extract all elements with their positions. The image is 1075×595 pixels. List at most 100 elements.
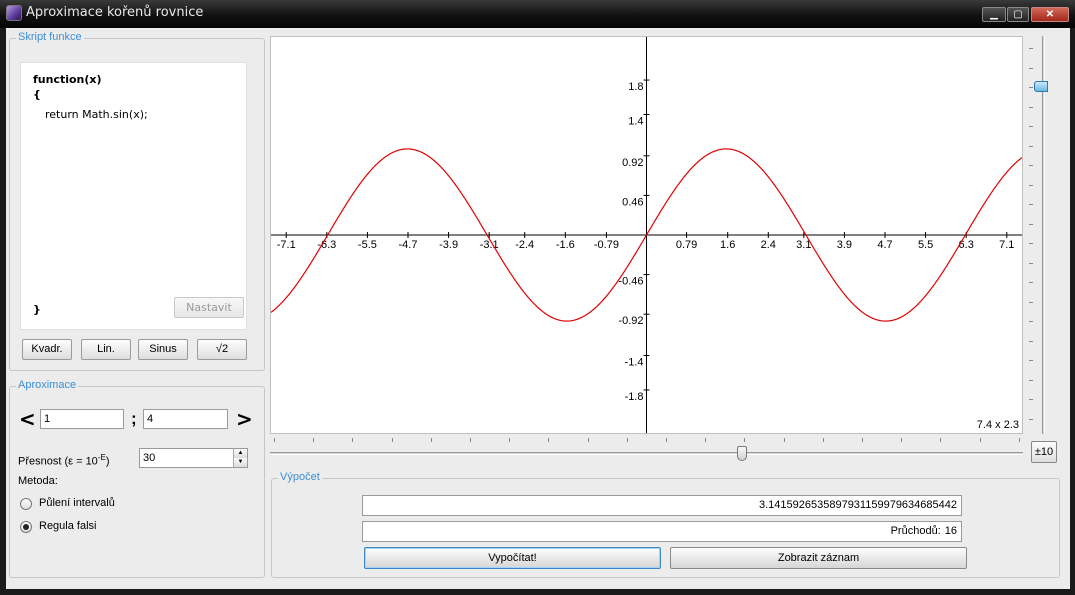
code-line: return Math.sin(x); xyxy=(45,108,148,121)
script-editor[interactable]: function(x) { return Math.sin(x); } Nast… xyxy=(20,62,247,330)
x-tick-label: 2.4 xyxy=(761,239,776,251)
y-tick-label: -1.8 xyxy=(625,391,644,403)
y-slider-tick xyxy=(1029,243,1033,244)
preset-sqrt2-button[interactable]: √2 xyxy=(197,339,247,360)
minimize-button[interactable]: ▁ xyxy=(982,7,1006,22)
y-slider-tick xyxy=(1029,262,1033,264)
apply-script-button[interactable]: Nastavit xyxy=(174,297,244,318)
chevron-left-icon[interactable]: < xyxy=(19,407,36,431)
precision-label: Přesnost (ε = 10-E) xyxy=(18,453,109,468)
script-group: Skript funkce function(x) { return Math.… xyxy=(9,31,265,371)
x-zoom-handle[interactable] xyxy=(737,446,747,461)
y-tick-label: -0.46 xyxy=(618,276,643,288)
x-tick-label: -6.3 xyxy=(317,239,336,251)
precision-label-close: ) xyxy=(105,455,110,468)
x-tick-label: 6.3 xyxy=(959,239,974,251)
compute-button[interactable]: Vypočítat! xyxy=(364,547,661,569)
y-tick-label: 1.4 xyxy=(628,115,643,127)
x-slider-tick xyxy=(822,438,824,442)
zoom-range-button[interactable]: ±10 xyxy=(1031,441,1057,463)
x-tick-label: 3.9 xyxy=(837,239,852,251)
y-slider-tick xyxy=(1029,379,1033,381)
precision-stepper[interactable]: ▲ ▼ xyxy=(233,449,247,467)
x-slider-tick xyxy=(470,438,471,442)
x-slider-tick xyxy=(313,438,315,442)
computation-group: Výpočet 3.14159265358979311599796346854​… xyxy=(271,471,1060,578)
x-slider-tick xyxy=(901,438,903,442)
y-slider-tick xyxy=(1029,184,1033,186)
x-slider-tick xyxy=(940,438,942,442)
x-tick-label: 0.79 xyxy=(676,239,697,251)
y-slider-tick xyxy=(1029,399,1033,400)
maximize-button[interactable]: ▢ xyxy=(1007,7,1029,22)
preset-sine-button[interactable]: Sinus xyxy=(138,339,188,360)
y-slider-tick xyxy=(1029,106,1033,108)
x-tick-label: -0.79 xyxy=(594,239,619,251)
interval-from-input[interactable]: 1 xyxy=(40,409,124,429)
x-tick-label: 5.5 xyxy=(918,239,933,251)
script-group-title: Skript funkce xyxy=(16,31,84,43)
spin-down-icon[interactable]: ▼ xyxy=(234,458,247,467)
plot-canvas: -7.1 -6.3 -5.5 -4.7 -3.9 -3.1 -2.4 -1.6 -0.79 0.7… xyxy=(271,37,1022,433)
preset-quadratic-button[interactable]: Kvadr. xyxy=(22,339,72,360)
y-slider-tick xyxy=(1029,360,1033,361)
y-slider-tick xyxy=(1029,145,1033,147)
approximation-group-title: Aproximace xyxy=(16,379,79,391)
x-tick-label: -3.9 xyxy=(439,239,458,251)
x-tick-label: -2.4 xyxy=(515,239,534,251)
app-window: Aproximace kořenů rovnice ▁ ▢ ✕ Skript f… xyxy=(0,0,1075,595)
y-zoom-slider[interactable] xyxy=(1027,36,1052,434)
y-zoom-track[interactable] xyxy=(1042,36,1045,434)
y-zoom-handle[interactable] xyxy=(1034,81,1048,92)
method-bisection-radio[interactable] xyxy=(20,498,32,510)
precision-label-exponent: -E xyxy=(97,453,106,462)
y-slider-tick xyxy=(1029,321,1033,322)
preset-linear-button[interactable]: Lin. xyxy=(81,339,131,360)
x-slider-tick xyxy=(391,438,393,442)
app-icon xyxy=(6,5,22,21)
function-plot[interactable]: -7.1 -6.3 -5.5 -4.7 -3.9 -3.1 -2.4 -1.6 -0.79 0.7… xyxy=(270,36,1023,434)
approximation-group: Aproximace < 1 ; 4 > Přesnost (ε = 10-E)… xyxy=(9,379,265,578)
chevron-right-icon[interactable]: > xyxy=(236,407,253,431)
x-slider-tick xyxy=(509,438,511,442)
interval-separator: ; xyxy=(131,409,137,428)
x-slider-tick xyxy=(548,438,550,442)
x-slider-tick xyxy=(352,438,354,442)
close-button[interactable]: ✕ xyxy=(1031,7,1069,22)
passes-label: Průchodů: xyxy=(890,525,941,537)
spin-up-icon[interactable]: ▲ xyxy=(234,449,247,458)
method-regula-falsi-radio[interactable] xyxy=(20,521,32,533)
show-log-button[interactable]: Zobrazit záznam xyxy=(670,547,967,569)
x-tick-label: 1.6 xyxy=(720,239,735,251)
x-zoom-slider[interactable] xyxy=(270,434,1023,462)
window-title: Aproximace kořenů rovnice xyxy=(26,5,204,20)
x-tick-label: -5.5 xyxy=(358,239,377,251)
client-area: Skript funkce function(x) { return Math.… xyxy=(6,28,1070,589)
method-bisection-label[interactable]: Půlení intervalů xyxy=(39,497,115,509)
y-tick-label: 1.8 xyxy=(628,81,643,93)
computation-group-title: Výpočet xyxy=(278,471,322,483)
y-slider-tick xyxy=(1029,165,1033,166)
y-slider-tick xyxy=(1029,418,1033,420)
precision-label-text: Přesnost (ε = 10 xyxy=(18,455,98,468)
x-tick-label: -1.6 xyxy=(556,239,575,251)
code-line: { xyxy=(33,88,41,101)
x-tick-label: 7.1 xyxy=(999,239,1014,251)
x-slider-tick xyxy=(430,438,432,442)
x-tick-label: 4.7 xyxy=(877,239,892,251)
y-slider-tick xyxy=(1029,223,1033,225)
y-slider-tick xyxy=(1029,340,1033,342)
method-regula-falsi-label[interactable]: Regula falsi xyxy=(39,520,96,532)
interval-to-input[interactable]: 4 xyxy=(143,409,228,429)
y-slider-tick xyxy=(1029,282,1033,283)
x-slider-tick xyxy=(1018,438,1020,442)
y-slider-tick xyxy=(1029,48,1033,49)
x-zoom-track[interactable] xyxy=(270,452,1023,455)
x-slider-tick xyxy=(744,438,746,442)
y-slider-tick xyxy=(1029,204,1033,205)
y-slider-tick xyxy=(1029,301,1033,303)
x-slider-tick xyxy=(979,438,981,442)
title-bar[interactable]: Aproximace kořenů rovnice ▁ ▢ ✕ xyxy=(0,0,1075,28)
precision-spinbox[interactable]: 30 xyxy=(139,448,248,468)
x-tick-label: -4.7 xyxy=(399,239,418,251)
